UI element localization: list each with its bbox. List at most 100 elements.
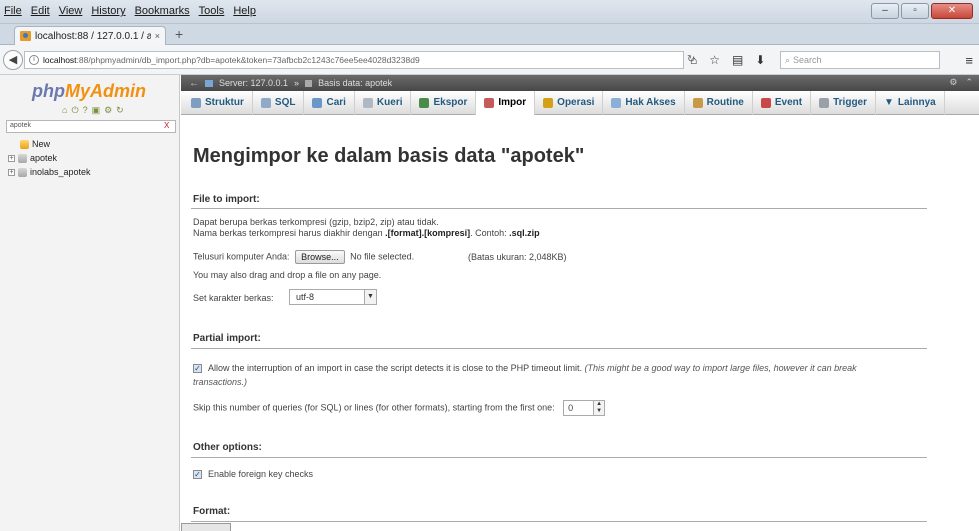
tab-struktur[interactable]: Struktur [183,90,253,115]
browse-button[interactable]: Browse... [295,250,345,264]
tab-lainnya[interactable]: ▼ Lainnya [876,90,945,115]
charset-select[interactable]: utf-8 ▼ [289,289,377,305]
back-arrow-icon[interactable]: ◀ [3,50,23,70]
browser-navbar: ◀ i localhost:88/phpmyadmin/db_import.ph… [0,45,979,75]
maximize-button[interactable]: ▫ [901,3,929,19]
expand-icon[interactable]: + [8,168,15,176]
tree-item-apotek[interactable]: + apotek [8,151,91,165]
navigation-sidebar: phpMyAdmin ⌂ ⏻ ? ▣ ⚙ ↻ apotek X New + ap… [0,75,180,531]
database-tabs: Struktur SQL Cari Kueri Ekspor Impor Ope… [181,90,979,115]
new-tab-button[interactable]: + [175,26,183,42]
url-path: :88/phpmyadmin/db_import.php?db=apotek&t… [76,55,420,65]
charset-label: Set karakter berkas: [193,293,274,303]
skip-queries-row: Skip this number of queries (for SQL) or… [193,400,606,416]
help-icon[interactable]: ? [83,105,88,116]
tab-sql[interactable]: SQL [253,90,305,115]
breadcrumb-server[interactable]: Server: 127.0.0.1 [219,78,288,88]
format-heading: Format: [193,506,231,517]
tab-trigger[interactable]: Trigger [811,90,877,115]
tab-operasi[interactable]: Operasi [535,90,604,115]
hamburger-menu-icon[interactable]: ≡ [965,53,973,68]
allow-interrupt-note-cont: transactions.) [193,377,248,387]
breadcrumb-database[interactable]: Basis data: apotek [318,78,392,88]
menu-tools[interactable]: Tools [199,5,225,17]
section-divider [191,208,927,209]
expand-icon[interactable]: + [8,154,15,162]
tree-item-label: New [32,139,51,149]
sidebar-quick-icons: ⌂ ⏻ ? ▣ ⚙ ↻ [62,105,124,116]
operations-icon [543,97,554,108]
pma-favicon-icon [20,31,31,41]
tab-ekspor[interactable]: Ekspor [411,90,477,115]
download-icon[interactable]: ⬇ [755,53,765,67]
collapse-sidebar-icon[interactable]: ← [189,78,199,89]
query-icon [362,97,373,108]
menu-help[interactable]: Help [233,5,256,17]
tab-hak-akses[interactable]: Hak Akses [603,90,685,115]
tab-title: localhost:88 / 127.0.0.1 / ap... [35,30,151,42]
search-icon: ⌕ [785,54,791,65]
server-icon [205,79,213,87]
drag-drop-note: You may also drag and drop a file on any… [193,270,382,280]
format-option-partial[interactable] [181,523,231,531]
minimize-button[interactable]: – [871,3,899,19]
search-bar[interactable]: ⌕ Search [780,51,940,69]
tab-kueri[interactable]: Kueri [355,90,412,115]
menu-bookmarks[interactable]: Bookmarks [135,5,190,17]
info-icon[interactable]: i [29,55,39,65]
no-file-text: No file selected. [350,251,415,262]
section-divider [191,457,927,458]
reload-icon[interactable]: ↻ [116,105,124,116]
menu-edit[interactable]: Edit [31,5,50,17]
skip-queries-input[interactable]: 0 ▲ ▼ [563,400,606,416]
foreign-key-label[interactable]: Enable foreign key checks [208,469,313,479]
menu-view[interactable]: View [59,5,83,17]
database-icon [305,79,313,87]
sql-icon [260,97,271,108]
settings-icon[interactable]: ⚙ [104,105,112,116]
new-database-icon [20,139,29,149]
allow-interrupt-row: ✓ Allow the interruption of an import in … [193,363,857,374]
menu-file[interactable]: File [4,5,22,17]
docs-icon[interactable]: ▣ [92,105,101,116]
tab-cari[interactable]: Cari [304,90,355,115]
gear-icon[interactable]: ⚙ [949,77,957,88]
tab-close-icon[interactable]: × [155,31,160,41]
foreign-key-checkbox[interactable]: ✓ [193,470,202,480]
phpmyadmin-logo[interactable]: phpMyAdmin [32,81,146,102]
database-icon [18,167,27,177]
tab-event[interactable]: Event [753,90,812,115]
database-filter-input[interactable]: apotek [6,120,176,133]
menu-items: File Edit View History Bookmarks Tools H… [4,5,256,17]
structure-icon [191,97,201,108]
logout-icon[interactable]: ⏻ [71,105,78,116]
allow-interrupt-label[interactable]: Allow the interruption of an import in c… [208,363,582,373]
allow-interrupt-checkbox[interactable]: ✓ [193,364,202,374]
compression-note: Dapat berupa berkas terkompresi (gzip, b… [193,217,439,227]
tree-item-inolabs-apotek[interactable]: + inolabs_apotek [8,165,91,179]
tab-routine[interactable]: Routine [685,90,753,115]
url-bar[interactable]: i localhost:88/phpmyadmin/db_import.php?… [24,51,695,69]
reading-list-icon[interactable]: ▤ [732,53,743,67]
tree-item-label: inolabs_apotek [30,167,91,177]
tab-impor[interactable]: Impor [476,90,536,115]
section-divider [191,521,927,522]
browser-tab[interactable]: localhost:88 / 127.0.0.1 / ap... × [14,26,166,45]
clear-filter-icon[interactable]: X [164,121,169,130]
close-window-button[interactable]: ✕ [931,3,973,19]
event-clock-icon [760,97,771,108]
menu-history[interactable]: History [91,5,125,17]
search-icon [312,97,323,108]
spinner-icon[interactable]: ▲ ▼ [593,401,605,415]
tree-item-new[interactable]: New [8,137,91,151]
home-icon[interactable]: ⌂ [62,105,67,116]
skip-queries-label: Skip this number of queries (for SQL) or… [193,402,555,413]
import-icon [484,97,495,108]
browser-menubar: File Edit View History Bookmarks Tools H… [0,0,979,24]
collapse-icon[interactable]: ⌃ [965,77,973,88]
page-title: Mengimpor ke dalam basis data "apotek" [193,145,585,167]
bookmark-star-icon[interactable]: ☆ [709,53,720,67]
home-icon[interactable]: ⌂ [690,53,697,67]
filename-note: Nama berkas terkompresi harus diakhir de… [193,228,540,238]
partial-import-heading: Partial import: [193,333,261,344]
